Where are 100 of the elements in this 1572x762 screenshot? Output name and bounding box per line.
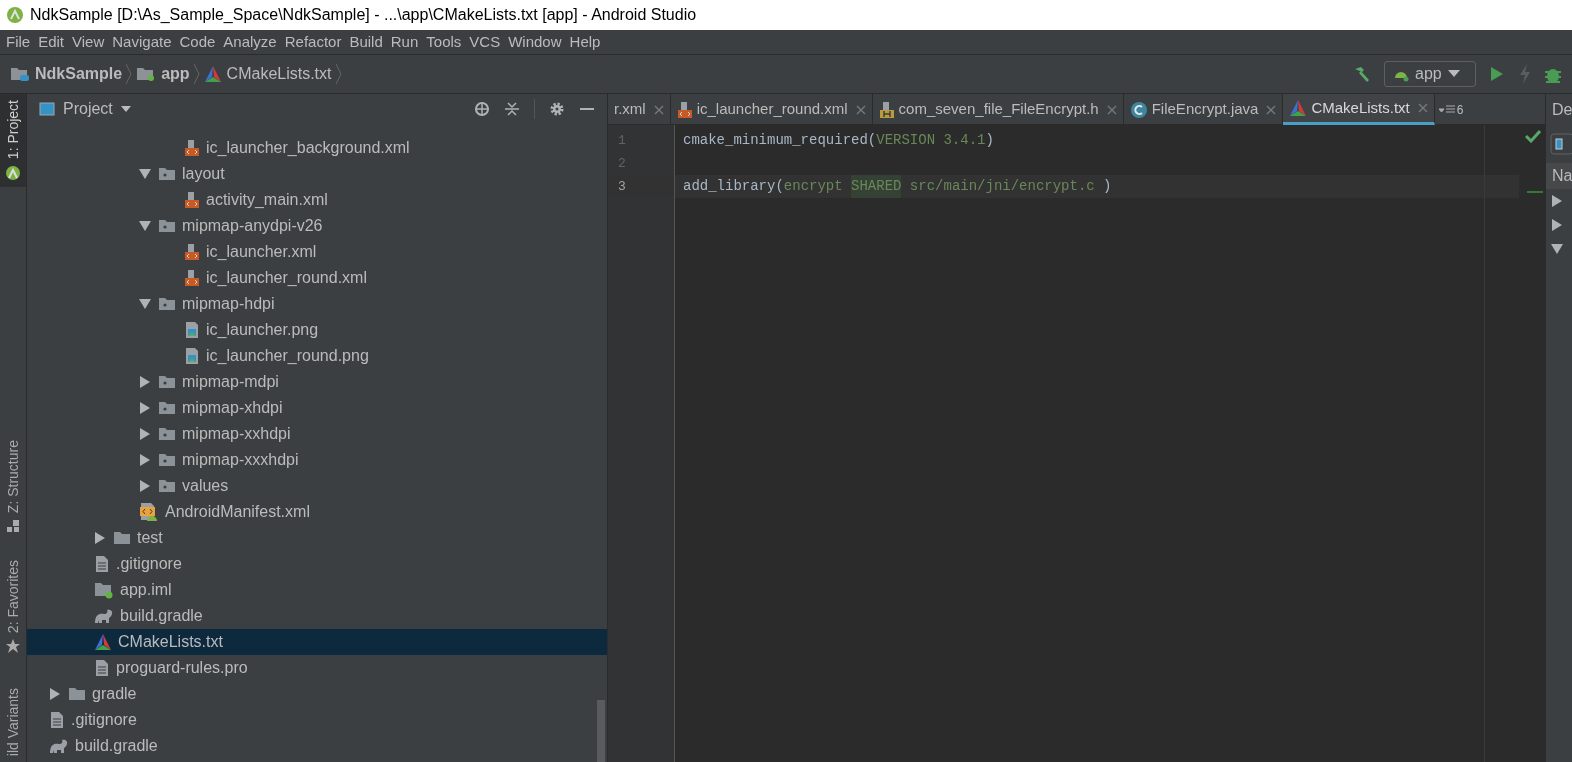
tree-item[interactable]: mipmap-xxhdpi xyxy=(27,421,607,447)
tree-item[interactable]: mipmap-hdpi xyxy=(27,291,607,317)
menu-item[interactable]: Window xyxy=(504,30,566,54)
menu-item[interactable]: Build xyxy=(345,30,387,54)
device-icon[interactable] xyxy=(1550,133,1572,155)
close-icon[interactable] xyxy=(1106,104,1117,115)
collapsed-arrow-icon[interactable] xyxy=(139,480,151,492)
close-icon[interactable] xyxy=(653,104,664,115)
module-file-icon xyxy=(94,581,114,599)
menu-item[interactable]: File xyxy=(2,30,35,54)
collapsed-arrow-icon[interactable] xyxy=(139,454,151,466)
close-icon[interactable] xyxy=(855,104,866,115)
xml-file-icon xyxy=(184,269,200,287)
menu-item[interactable]: Code xyxy=(175,30,220,54)
tree-item[interactable]: ic_launcher.png xyxy=(27,317,607,343)
tool-window-tab[interactable]: ild Variants xyxy=(0,681,26,762)
project-folder-icon xyxy=(10,66,30,82)
collapsed-arrow-icon[interactable] xyxy=(139,376,151,388)
tool-window-tab[interactable]: 2: Favorites xyxy=(0,554,26,660)
expanded-arrow-icon[interactable] xyxy=(139,298,151,310)
tree-item[interactable]: ic_launcher_round.png xyxy=(27,343,607,369)
tree-item[interactable]: ic_launcher_background.xml xyxy=(27,135,607,161)
menu-item[interactable]: Navigate xyxy=(108,30,176,54)
collapsed-arrow-icon[interactable] xyxy=(1551,195,1563,207)
tree-item[interactable]: layout xyxy=(27,161,607,187)
menu-item[interactable]: Edit xyxy=(34,30,69,54)
tab-overflow-button[interactable]: 6 xyxy=(1434,94,1468,125)
header-file-icon xyxy=(878,100,895,119)
tool-window-tab[interactable]: Z: Structure xyxy=(0,434,26,540)
folder-icon xyxy=(158,296,176,312)
tree-item[interactable]: build.gradle xyxy=(27,603,607,629)
tree-item[interactable]: test xyxy=(27,525,607,551)
code-text: cmake_minimum_required(VERSION 3.4.1) xyxy=(683,131,994,150)
run-configuration-dropdown[interactable]: app xyxy=(1384,61,1476,87)
tree-item[interactable]: mipmap-xhdpi xyxy=(27,395,607,421)
chevron-icon xyxy=(126,64,133,84)
tree-item[interactable]: activity_main.xml xyxy=(27,187,607,213)
expanded-arrow-icon[interactable] xyxy=(139,220,151,232)
window-title: NdkSample [D:\As_Sample_Space\NdkSample] - ...\app\CMakeLists.txt [app] - Android Studio xyxy=(30,5,697,25)
editor-tab[interactable]: CMakeLists.txt xyxy=(1283,94,1435,125)
check-icon xyxy=(1525,129,1541,143)
collapsed-arrow-icon[interactable] xyxy=(1551,219,1563,231)
breadcrumb[interactable]: CMakeLists.txt xyxy=(203,62,332,86)
tree-item[interactable]: .gitignore xyxy=(27,707,607,733)
text-file-icon xyxy=(94,659,110,677)
folder-icon xyxy=(68,686,86,702)
tree-item[interactable]: app.iml xyxy=(27,577,607,603)
collapsed-arrow-icon[interactable] xyxy=(139,428,151,440)
breadcrumb[interactable]: app xyxy=(136,62,190,86)
tree-item[interactable]: proguard-rules.pro xyxy=(27,655,607,681)
menu-item[interactable]: Refactor xyxy=(280,30,346,54)
folder-icon xyxy=(158,166,176,182)
class-icon xyxy=(1129,100,1148,119)
caret-icon xyxy=(120,106,131,112)
tree-item[interactable]: values xyxy=(27,473,607,499)
chevron-icon xyxy=(335,64,342,84)
tree-item[interactable]: ic_launcher_round.xml xyxy=(27,265,607,291)
close-icon[interactable] xyxy=(1266,104,1277,115)
tree-item[interactable]: AndroidManifest.xml xyxy=(27,499,607,525)
menu-item[interactable]: Help xyxy=(565,30,605,54)
tree-item[interactable]: CMakeLists.txt xyxy=(27,629,607,655)
expanded-arrow-icon[interactable] xyxy=(139,168,151,180)
folder-icon xyxy=(158,452,176,468)
editor-tab[interactable]: ic_launcher_round.xml xyxy=(670,94,873,125)
breadcrumb[interactable]: NdkSample xyxy=(10,62,123,86)
change-marker xyxy=(1527,191,1543,193)
folder-icon xyxy=(158,426,176,442)
menu-item[interactable]: View xyxy=(68,30,109,54)
collapsed-arrow-icon[interactable] xyxy=(49,688,61,700)
settings-icon[interactable] xyxy=(549,101,565,117)
android-studio-icon xyxy=(6,6,24,24)
expanded-arrow-icon[interactable] xyxy=(1551,243,1563,255)
tool-window-tab[interactable]: 1: Project xyxy=(0,94,26,188)
collapsed-arrow-icon[interactable] xyxy=(94,532,106,544)
menu-item[interactable]: VCS xyxy=(465,30,505,54)
text-file-icon xyxy=(49,711,65,729)
list-icon xyxy=(1438,104,1455,115)
menu-item[interactable]: Run xyxy=(386,30,423,54)
xml-file-icon xyxy=(184,139,200,157)
window-icon xyxy=(39,101,55,117)
collapse-all-icon[interactable] xyxy=(504,101,520,117)
tree-item[interactable]: mipmap-mdpi xyxy=(27,369,607,395)
structure-icon xyxy=(6,519,20,534)
triangle-logo-icon xyxy=(94,633,112,651)
scrollbar[interactable] xyxy=(597,700,605,762)
menu-item[interactable]: Tools xyxy=(422,30,466,54)
editor-tab[interactable]: com_seven_file_FileEncrypt.h xyxy=(872,94,1124,125)
tree-item[interactable]: mipmap-xxxhdpi xyxy=(27,447,607,473)
folder-icon xyxy=(158,374,176,390)
menu-item[interactable]: Analyze xyxy=(219,30,281,54)
collapsed-arrow-icon[interactable] xyxy=(139,402,151,414)
project-view-selector[interactable]: Project xyxy=(39,97,131,121)
caret-icon xyxy=(1447,70,1460,78)
tree-item[interactable]: .gitignore xyxy=(27,551,607,577)
tree-item[interactable]: ic_launcher.xml xyxy=(27,239,607,265)
tree-item[interactable]: gradle xyxy=(27,681,607,707)
tree-item[interactable]: mipmap-anydpi-v26 xyxy=(27,213,607,239)
locate-icon[interactable] xyxy=(474,101,490,117)
xml-file-icon xyxy=(676,100,693,119)
tree-item[interactable]: build.gradle xyxy=(27,733,607,759)
